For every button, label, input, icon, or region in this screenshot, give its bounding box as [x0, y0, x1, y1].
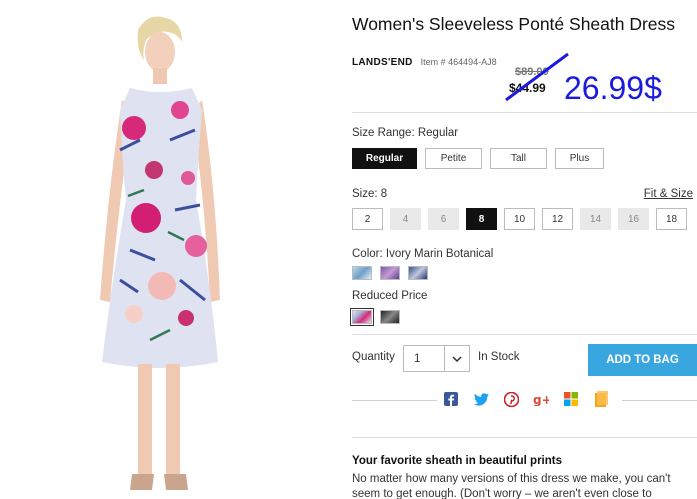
windows-live-icon[interactable]: [562, 390, 580, 408]
size-options: 2 4 6 8 10 12 14 16 18: [352, 208, 687, 230]
color-swatch-black[interactable]: [380, 310, 400, 324]
color-swatch-purple[interactable]: [380, 266, 400, 280]
size-range-petite[interactable]: Petite: [425, 148, 482, 169]
product-image: [60, 0, 290, 499]
chevron-down-icon: [444, 346, 469, 371]
size-option-2[interactable]: 2: [352, 208, 383, 230]
twitter-icon[interactable]: [472, 390, 490, 408]
quantity-value: 1: [414, 352, 421, 365]
sale-price: $44.99: [509, 81, 546, 95]
size-range-options: Regular Petite Tall Plus: [352, 148, 604, 169]
divider: [352, 112, 697, 113]
reduced-price-swatches: [350, 308, 400, 326]
color-swatch-navy[interactable]: [408, 266, 428, 280]
handwritten-price: 26.99$: [564, 70, 662, 106]
size-range-regular[interactable]: Regular: [352, 148, 417, 169]
size-option-4[interactable]: 4: [390, 208, 421, 230]
stock-status: In Stock: [478, 351, 520, 363]
size-range-plus[interactable]: Plus: [555, 148, 604, 169]
size-option-16[interactable]: 16: [618, 208, 649, 230]
add-to-bag-button[interactable]: ADD TO BAG: [588, 344, 697, 376]
brand-row: LANDS'END Item # 464494-AJ8: [352, 54, 497, 70]
divider: [352, 334, 697, 335]
description-heading: Your favorite sheath in beautiful prints: [352, 455, 563, 467]
size-range-tall[interactable]: Tall: [490, 148, 547, 169]
facebook-icon[interactable]: [442, 390, 460, 408]
item-number: Item # 464494-AJ8: [420, 57, 497, 67]
color-label: Color: Ivory Marin Botanical: [352, 248, 494, 260]
reduced-price-label: Reduced Price: [352, 290, 428, 302]
color-swatch-blue[interactable]: [352, 266, 372, 280]
quantity-label: Quantity: [352, 351, 395, 363]
pinterest-icon[interactable]: [502, 390, 520, 408]
svg-text:g+: g+: [533, 393, 549, 406]
fit-and-size-link[interactable]: Fit & Size: [644, 188, 693, 200]
quantity-select[interactable]: 1: [403, 345, 470, 372]
size-option-10[interactable]: 10: [504, 208, 535, 230]
brand-logo: LANDS'END: [352, 56, 413, 68]
color-swatches: [352, 266, 428, 280]
original-price: $89.00: [515, 66, 549, 78]
share-bar: g+: [352, 390, 697, 410]
product-title: Women's Sleeveless Ponté Sheath Dress: [352, 14, 676, 34]
size-option-8[interactable]: 8: [466, 208, 497, 230]
model-photo: [100, 16, 220, 490]
size-option-12[interactable]: 12: [542, 208, 573, 230]
divider: [352, 437, 697, 438]
size-label: Size: 8: [352, 188, 388, 200]
divider: [622, 400, 697, 401]
size-option-6[interactable]: 6: [428, 208, 459, 230]
size-range-label: Size Range: Regular: [352, 127, 459, 139]
share-icons: g+: [442, 390, 610, 408]
description-body: No matter how many versions of this dres…: [352, 473, 671, 499]
product-detail-panel: Women's Sleeveless Ponté Sheath Dress LA…: [350, 0, 697, 499]
color-swatch-ivory-marin[interactable]: [350, 308, 374, 326]
email-icon[interactable]: [592, 390, 610, 408]
google-plus-icon[interactable]: g+: [532, 390, 550, 408]
divider: [352, 400, 437, 401]
size-option-18[interactable]: 18: [656, 208, 687, 230]
size-option-14[interactable]: 14: [580, 208, 611, 230]
